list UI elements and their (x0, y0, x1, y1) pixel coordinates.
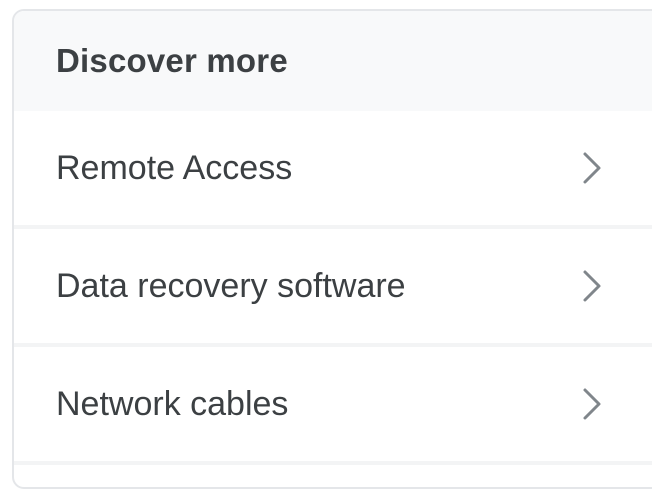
discover-more-panel: Discover more Remote Access Data recover… (12, 9, 652, 489)
discover-item-label: Remote Access (56, 148, 293, 187)
discover-item-data-recovery-software[interactable]: Data recovery software (14, 229, 652, 347)
chevron-right-icon (580, 150, 604, 186)
discover-more-title: Discover more (56, 42, 288, 79)
discover-item-network-cables[interactable]: Network cables (14, 347, 652, 465)
chevron-right-icon (580, 268, 604, 304)
discover-item-label: Network cables (56, 384, 289, 423)
discover-more-header: Discover more (14, 11, 652, 111)
discover-item-remote-access[interactable]: Remote Access (14, 111, 652, 229)
discover-item-label: Data recovery software (56, 266, 406, 305)
chevron-right-icon (580, 386, 604, 422)
